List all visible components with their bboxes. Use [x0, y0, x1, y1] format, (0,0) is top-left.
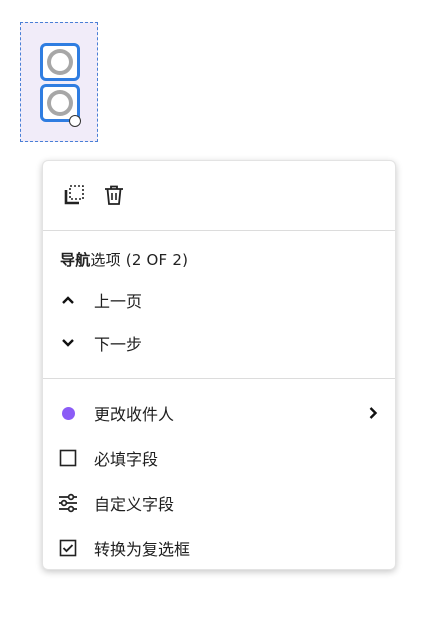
navigation-heading-bold: 导航	[60, 251, 91, 269]
radio-circle-icon	[47, 49, 73, 75]
trash-icon	[105, 185, 123, 205]
sliders-icon	[57, 492, 79, 514]
recipient-color-dot-icon	[57, 402, 79, 424]
checkbox-checked-icon	[57, 537, 79, 559]
menu-item-label: 自定义字段	[94, 495, 175, 514]
menu-item-previous-page[interactable]: 上一页	[43, 281, 395, 319]
field-context-menu: 导航选项 (2 OF 2) 上一页 下一步 更改收件人 必填字段 自定义字段 转…	[42, 160, 396, 570]
recipient-dot	[61, 406, 75, 420]
menu-divider	[43, 230, 395, 231]
menu-item-label: 下一步	[94, 335, 143, 354]
menu-toolbar	[43, 161, 395, 230]
page: 导航选项 (2 OF 2) 上一页 下一步 更改收件人 必填字段 自定义字段 转…	[0, 0, 432, 637]
radio-option-1[interactable]	[40, 43, 80, 81]
chevron-up-icon	[57, 289, 79, 311]
radio-circle-icon	[47, 90, 73, 116]
duplicate-button[interactable]	[59, 180, 89, 210]
navigation-heading-rest: 选项 (2 OF 2)	[90, 251, 189, 269]
menu-item-convert-to-checkbox[interactable]: 转换为复选框	[43, 529, 395, 567]
checkbox-empty-icon	[57, 447, 79, 469]
menu-item-label: 必填字段	[94, 450, 159, 469]
menu-divider	[43, 378, 395, 379]
chevron-right-icon	[363, 403, 383, 423]
delete-button[interactable]	[99, 180, 129, 210]
menu-item-custom-field[interactable]: 自定义字段	[43, 484, 395, 522]
menu-item-label: 更改收件人	[94, 405, 175, 424]
navigation-heading: 导航选项 (2 OF 2)	[60, 249, 188, 270]
menu-item-change-recipient[interactable]: 更改收件人	[43, 394, 395, 432]
radio-field-selection[interactable]	[20, 22, 98, 142]
menu-item-label: 转换为复选框	[94, 540, 191, 559]
menu-item-required-field[interactable]: 必填字段	[43, 439, 395, 477]
menu-item-label: 上一页	[94, 292, 143, 311]
chevron-down-icon	[57, 332, 79, 354]
resize-handle[interactable]	[69, 115, 81, 127]
menu-item-next-step[interactable]: 下一步	[43, 324, 395, 362]
duplicate-icon	[64, 185, 84, 205]
